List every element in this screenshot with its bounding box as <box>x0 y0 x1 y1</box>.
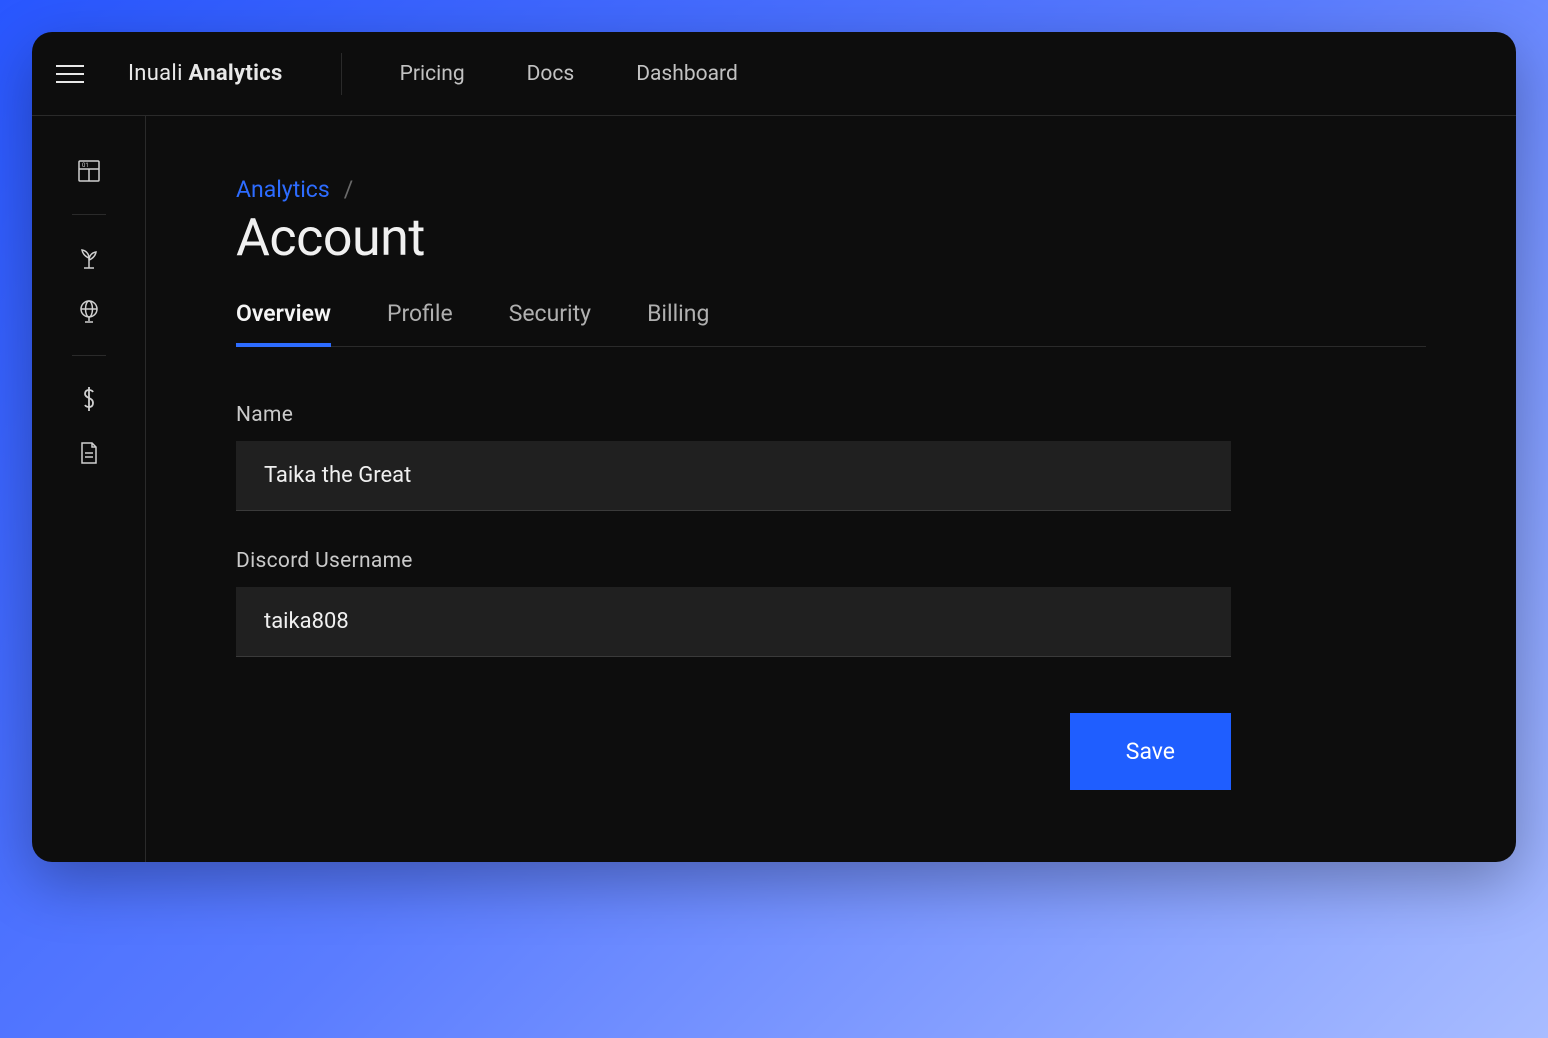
document-icon[interactable] <box>76 440 102 466</box>
tabs: Overview Profile Security Billing <box>236 300 1426 347</box>
dollar-icon[interactable] <box>76 386 102 412</box>
breadcrumb-separator: / <box>344 176 354 203</box>
discord-input[interactable] <box>236 587 1231 657</box>
app-body: 01 <box>32 116 1516 862</box>
brand-light: Inuali <box>128 61 188 86</box>
app-window: Inuali Analytics Pricing Docs Dashboard … <box>32 32 1516 862</box>
name-label: Name <box>236 403 1231 427</box>
breadcrumb-parent[interactable]: Analytics <box>236 176 330 203</box>
brand-bold: Analytics <box>188 61 282 86</box>
dashboard-icon[interactable]: 01 <box>76 158 102 184</box>
nav-link-pricing[interactable]: Pricing <box>400 62 465 86</box>
form-group-discord: Discord Username <box>236 549 1231 657</box>
brand-logo[interactable]: Inuali Analytics <box>128 61 283 86</box>
page-title: Account <box>236 207 1426 268</box>
nav-link-dashboard[interactable]: Dashboard <box>636 62 738 86</box>
nav-link-docs[interactable]: Docs <box>527 62 575 86</box>
header-divider <box>341 53 342 95</box>
menu-icon[interactable] <box>56 58 88 90</box>
header-nav: Pricing Docs Dashboard <box>400 62 738 86</box>
sidebar-divider <box>72 214 106 215</box>
breadcrumb: Analytics / <box>236 176 1426 203</box>
tab-billing[interactable]: Billing <box>647 300 709 347</box>
sidebar: 01 <box>32 116 146 862</box>
name-input[interactable] <box>236 441 1231 511</box>
growth-icon[interactable] <box>76 245 102 271</box>
tab-security[interactable]: Security <box>509 300 591 347</box>
header: Inuali Analytics Pricing Docs Dashboard <box>32 32 1516 116</box>
svg-text:01: 01 <box>82 162 89 169</box>
tab-profile[interactable]: Profile <box>387 300 453 347</box>
main-content: Analytics / Account Overview Profile Sec… <box>146 116 1516 862</box>
sidebar-divider <box>72 355 106 356</box>
button-row: Save <box>236 713 1231 790</box>
tab-overview[interactable]: Overview <box>236 300 331 347</box>
discord-label: Discord Username <box>236 549 1231 573</box>
form-group-name: Name <box>236 403 1231 511</box>
globe-icon[interactable] <box>76 299 102 325</box>
save-button[interactable]: Save <box>1070 713 1231 790</box>
